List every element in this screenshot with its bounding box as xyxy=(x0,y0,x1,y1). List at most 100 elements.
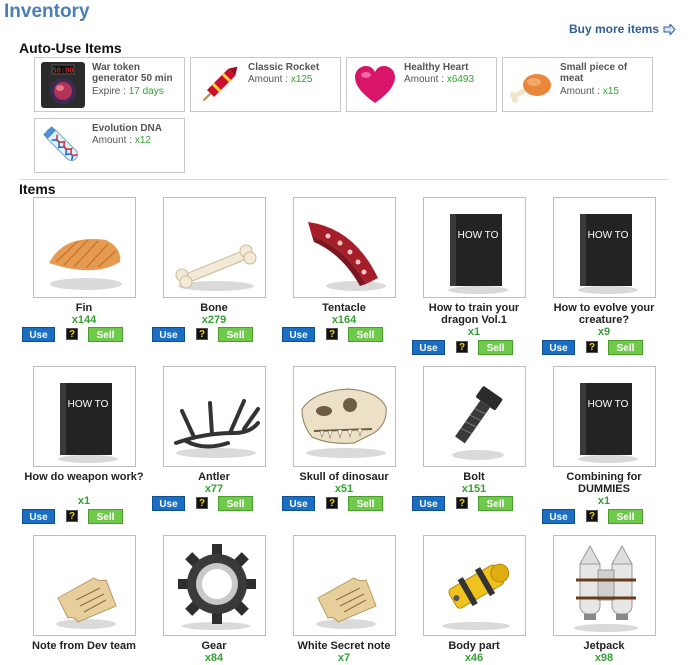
item-image-frame[interactable] xyxy=(33,197,136,298)
body-part-icon xyxy=(442,563,510,630)
fin-icon xyxy=(49,238,122,290)
sell-button[interactable]: Sell xyxy=(88,509,123,524)
item-name: Note from Dev team xyxy=(32,640,136,652)
auto-item-card[interactable]: Small piece of meat Amount : x15 xyxy=(502,57,653,112)
use-button[interactable]: Use xyxy=(282,327,315,342)
item-name: How to train your dragon Vol.1 xyxy=(428,302,520,326)
sell-button[interactable]: Sell xyxy=(348,496,383,511)
item-image-frame[interactable] xyxy=(163,197,266,298)
use-button[interactable]: Use xyxy=(152,327,185,342)
sell-button[interactable]: Sell xyxy=(218,496,253,511)
buy-more-label: Buy more items xyxy=(569,22,660,36)
item-actions: Use ? Sell xyxy=(22,509,148,524)
use-button[interactable]: Use xyxy=(22,509,55,524)
item-quantity: x151 xyxy=(461,483,487,495)
book-icon: HOW TO xyxy=(448,214,508,294)
item-name: Gear xyxy=(201,640,227,652)
sell-button[interactable]: Sell xyxy=(348,327,383,342)
book-icon: HOW TO xyxy=(578,214,638,294)
item-actions: Use ? Sell xyxy=(282,327,408,342)
auto-item-card[interactable]: Healthy Heart Amount : x6493 xyxy=(346,57,497,112)
auto-item-card[interactable]: Classic Rocket Amount : x125 xyxy=(190,57,341,112)
bolt-icon xyxy=(452,386,504,460)
book-icon: HOW TO xyxy=(578,383,638,463)
meat-icon xyxy=(510,74,551,103)
item-image-frame[interactable] xyxy=(33,535,136,636)
gear-icon xyxy=(178,544,256,630)
item-image-frame[interactable] xyxy=(293,366,396,467)
book-cover-text: HOW TO xyxy=(588,399,629,410)
help-icon[interactable]: ? xyxy=(586,341,598,353)
use-button[interactable]: Use xyxy=(282,496,315,511)
help-icon[interactable]: ? xyxy=(66,328,78,340)
book-cover-text: HOW TO xyxy=(458,230,499,241)
use-button[interactable]: Use xyxy=(412,340,445,355)
item-image-frame[interactable]: HOW TO xyxy=(553,366,656,467)
item-name: Fin xyxy=(75,302,93,314)
item-quantity: x144 xyxy=(71,314,97,326)
item-name: Bone xyxy=(200,302,228,314)
auto-use-section-title: Auto-Use Items xyxy=(19,40,122,56)
help-icon[interactable]: ? xyxy=(456,341,468,353)
help-icon[interactable]: ? xyxy=(326,497,338,509)
item-name: How to evolve your creature? xyxy=(553,302,655,326)
auto-item-card[interactable]: Evolution DNA Amount : x12 xyxy=(34,118,185,173)
skull-icon xyxy=(301,388,387,458)
auto-item-name: War token generator 50 min xyxy=(92,62,173,84)
item-quantity: x51 xyxy=(334,483,354,495)
auto-item-meta: Expire : 17 days xyxy=(92,86,164,97)
item-image-frame[interactable]: HOW TO xyxy=(553,197,656,298)
item-image-frame[interactable] xyxy=(293,197,396,298)
item-image-frame[interactable] xyxy=(293,535,396,636)
sell-button[interactable]: Sell xyxy=(478,340,513,355)
use-button[interactable]: Use xyxy=(22,327,55,342)
help-icon[interactable]: ? xyxy=(196,328,208,340)
item-actions: Use ? Sell xyxy=(22,327,148,342)
item-quantity: x1 xyxy=(597,495,611,507)
use-button[interactable]: Use xyxy=(152,496,185,511)
item-name: Jetpack xyxy=(583,640,625,652)
sell-button[interactable]: Sell xyxy=(88,327,123,342)
sell-button[interactable]: Sell xyxy=(218,327,253,342)
items-section-title: Items xyxy=(19,181,56,197)
help-icon[interactable]: ? xyxy=(326,328,338,340)
arrow-right-icon xyxy=(663,23,676,35)
sell-button[interactable]: Sell xyxy=(478,496,513,511)
help-icon[interactable]: ? xyxy=(66,510,78,522)
item-image-frame[interactable] xyxy=(163,535,266,636)
buy-more-items-link[interactable]: Buy more items xyxy=(569,22,676,36)
item-name: Combining for DUMMIES xyxy=(566,471,642,495)
sell-button[interactable]: Sell xyxy=(608,509,643,524)
auto-item-meta: Amount : x125 xyxy=(248,74,313,85)
rocket-icon xyxy=(202,66,238,102)
use-button[interactable]: Use xyxy=(542,340,575,355)
item-quantity: x279 xyxy=(201,314,227,326)
sell-button[interactable]: Sell xyxy=(608,340,643,355)
book-cover-text: HOW TO xyxy=(68,399,109,410)
item-quantity: x1 xyxy=(467,326,481,338)
jetpack-icon xyxy=(574,544,638,632)
item-image-frame[interactable]: HOW TO xyxy=(423,197,526,298)
item-image-frame[interactable] xyxy=(423,366,526,467)
book-icon: HOW TO xyxy=(58,383,118,463)
item-image-frame[interactable] xyxy=(423,535,526,636)
auto-item-card[interactable]: 50:00 War token generator 50 min Expire … xyxy=(34,57,185,112)
item-actions: Use ? Sell xyxy=(152,496,278,511)
use-button[interactable]: Use xyxy=(542,509,575,524)
item-name: Body part xyxy=(448,640,500,652)
help-icon[interactable]: ? xyxy=(196,497,208,509)
help-icon[interactable]: ? xyxy=(586,510,598,522)
item-image-frame[interactable] xyxy=(553,535,656,636)
item-name: Skull of dinosaur xyxy=(299,471,389,483)
use-button[interactable]: Use xyxy=(412,496,445,511)
help-icon[interactable]: ? xyxy=(456,497,468,509)
antler-icon xyxy=(174,399,260,458)
bone-icon xyxy=(175,244,257,291)
item-image-frame[interactable] xyxy=(163,366,266,467)
note-icon xyxy=(316,577,377,629)
item-image-frame[interactable]: HOW TO xyxy=(33,366,136,467)
item-quantity: x1 xyxy=(77,495,91,507)
token-display-text: 50:00 xyxy=(52,67,73,75)
auto-item-name: Evolution DNA xyxy=(92,123,162,134)
item-quantity: x77 xyxy=(204,483,224,495)
